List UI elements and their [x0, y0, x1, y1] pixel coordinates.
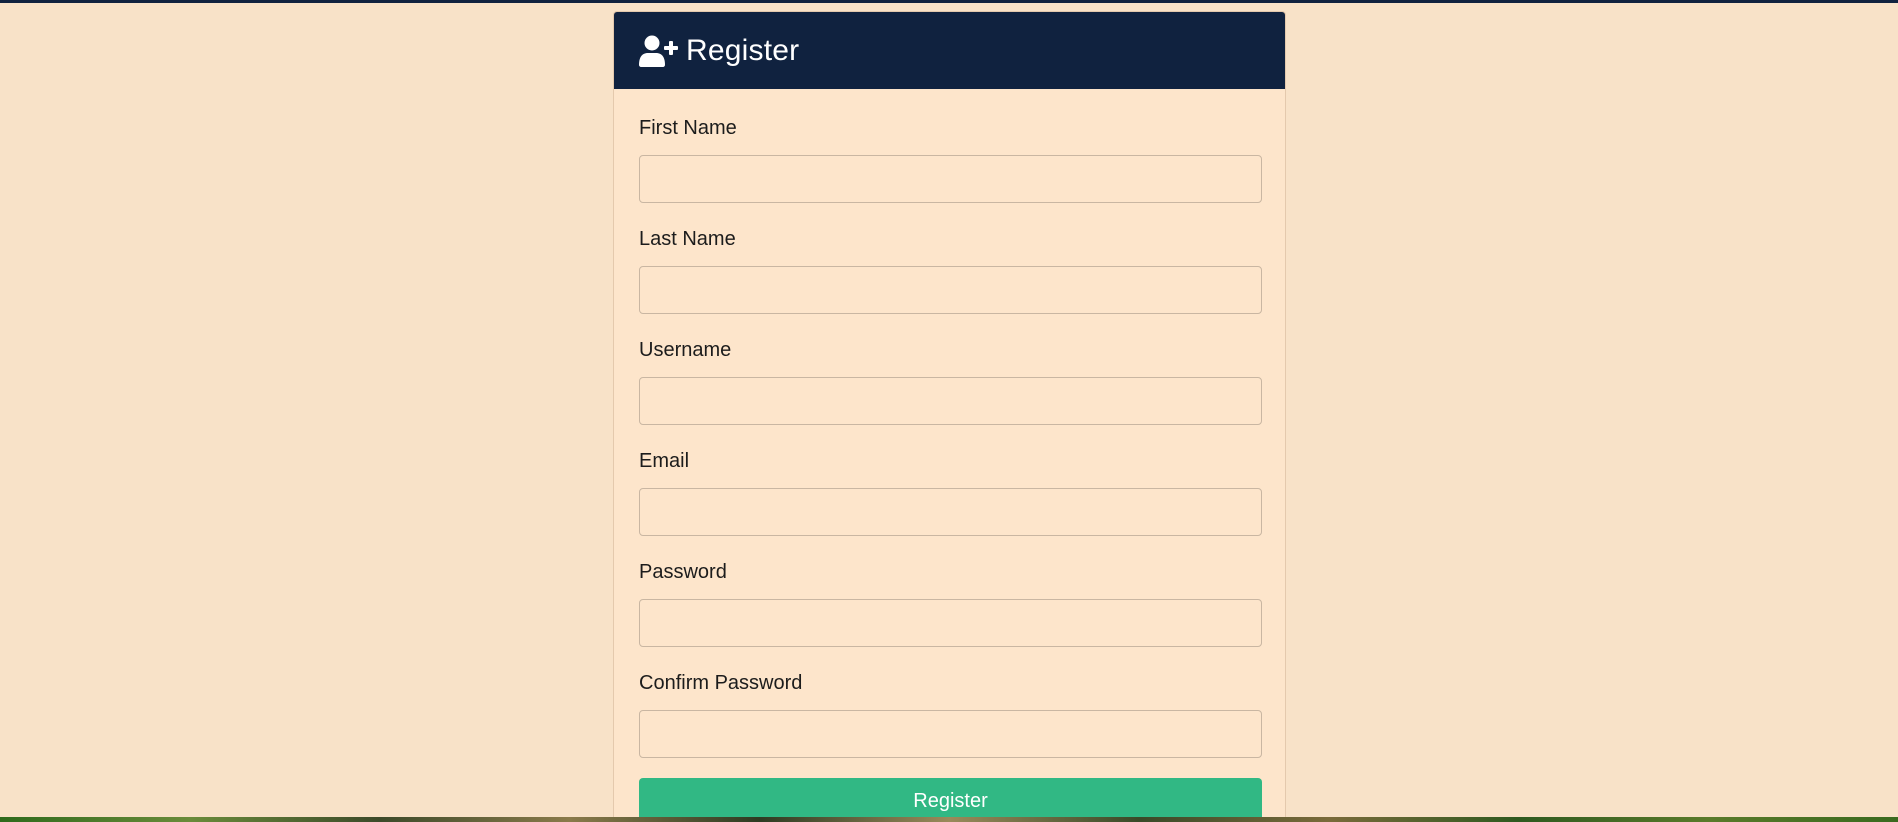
user-plus-icon — [639, 35, 678, 67]
last-name-label: Last Name — [639, 228, 736, 250]
first-name-group: First Name — [639, 116, 1262, 203]
password-label: Password — [639, 561, 727, 583]
password-input[interactable] — [639, 599, 1262, 647]
card-header: Register — [614, 12, 1285, 89]
email-group: Email — [639, 449, 1262, 536]
background-image-strip — [0, 817, 1898, 822]
email-label: Email — [639, 450, 690, 472]
top-border-line — [0, 0, 1898, 3]
username-label: Username — [639, 339, 732, 361]
last-name-input[interactable] — [639, 266, 1262, 314]
email-input[interactable] — [639, 488, 1262, 536]
first-name-input[interactable] — [639, 155, 1262, 203]
confirm-password-group: Confirm Password — [639, 671, 1262, 758]
register-button[interactable]: Register — [639, 778, 1262, 822]
first-name-label: First Name — [639, 117, 737, 139]
password-group: Password — [639, 560, 1262, 647]
username-input[interactable] — [639, 377, 1262, 425]
confirm-password-label: Confirm Password — [639, 672, 803, 694]
last-name-group: Last Name — [639, 227, 1262, 314]
register-form: First Name Last Name Username Email Pass… — [614, 89, 1285, 822]
username-group: Username — [639, 338, 1262, 425]
register-card: Register First Name Last Name Username E… — [613, 11, 1286, 822]
confirm-password-input[interactable] — [639, 710, 1262, 758]
page-title: Register — [686, 33, 800, 67]
